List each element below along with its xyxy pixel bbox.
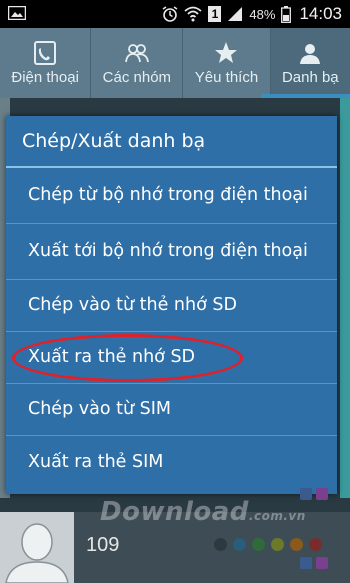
list-scroll-edge (340, 98, 350, 498)
menu-item-label: Chép vào từ thẻ nhớ SD (28, 295, 237, 315)
color-dot (271, 538, 284, 551)
menu-item-export-to-phone[interactable]: Xuất tới bộ nhớ trong điện thoại (6, 224, 337, 280)
menu-item-copy-from-sd[interactable]: Chép vào từ thẻ nhớ SD (6, 280, 337, 332)
menu-item-label: Xuất ra thẻ nhớ SD (28, 347, 196, 367)
color-dot (214, 538, 227, 551)
menu-item-export-to-sim[interactable]: Xuất ra thẻ SIM (6, 436, 337, 488)
menu-item-label: Xuất ra thẻ SIM (28, 451, 164, 472)
menu-item-export-to-sd[interactable]: Xuất ra thẻ nhớ SD (6, 332, 337, 384)
color-dots (214, 538, 322, 551)
dialog-title: Chép/Xuất danh bạ (6, 116, 337, 168)
tab-favorites[interactable]: Yêu thích (183, 28, 271, 98)
group-icon (124, 44, 149, 63)
viber-icon (316, 557, 328, 569)
default-avatar-icon (0, 512, 74, 583)
tab-favorites-label: Yêu thích (194, 69, 259, 86)
viber-icon (316, 488, 328, 500)
watermark-text: Download (100, 497, 249, 527)
status-bar: 1 48% 14:03 (0, 0, 350, 28)
alarm-icon (163, 6, 178, 22)
menu-item-label: Chép vào từ SIM (28, 399, 171, 419)
signal-icon (228, 7, 243, 21)
tab-contacts[interactable]: Danh bạ (270, 28, 350, 98)
clock: 14:03 (299, 4, 342, 23)
menu-item-label: Xuất tới bộ nhớ trong điện thoại (28, 241, 308, 261)
tab-phone[interactable]: Điện thoại (0, 28, 92, 98)
color-dot (309, 538, 322, 551)
phone-icon (34, 41, 57, 65)
menu-item-label: Chép từ bộ nhớ trong điện thoại (28, 185, 308, 205)
watermark-suffix: .com.vn (248, 509, 306, 523)
tab-groups-label: Các nhóm (102, 69, 172, 86)
contact-icon (300, 44, 321, 64)
color-dot (252, 538, 265, 551)
social-badge-icon (300, 557, 312, 569)
wifi-icon (184, 6, 203, 22)
menu-item-copy-from-sim[interactable]: Chép vào từ SIM (6, 384, 337, 436)
color-dot (233, 538, 246, 551)
battery-percent: 48% (249, 6, 276, 22)
tab-groups[interactable]: Các nhóm (91, 28, 184, 98)
avatar (0, 512, 74, 583)
battery-icon (281, 5, 292, 23)
star-icon (215, 42, 238, 63)
watermark: Download.com.vn (100, 497, 306, 527)
color-dot (290, 538, 303, 551)
tab-contacts-label: Danh bạ (281, 69, 339, 86)
contact-count: 109 (86, 534, 120, 556)
sim-slot-badge: 1 (208, 6, 222, 22)
picture-icon (8, 6, 26, 20)
tab-bar: Điện thoại Các nhóm Yêu thích Danh bạ (0, 28, 350, 98)
menu-item-copy-from-phone[interactable]: Chép từ bộ nhớ trong điện thoại (6, 168, 337, 224)
tab-phone-label: Điện thoại (11, 69, 79, 86)
copy-export-dialog: Chép/Xuất danh bạ Chép từ bộ nhớ trong đ… (6, 116, 337, 494)
